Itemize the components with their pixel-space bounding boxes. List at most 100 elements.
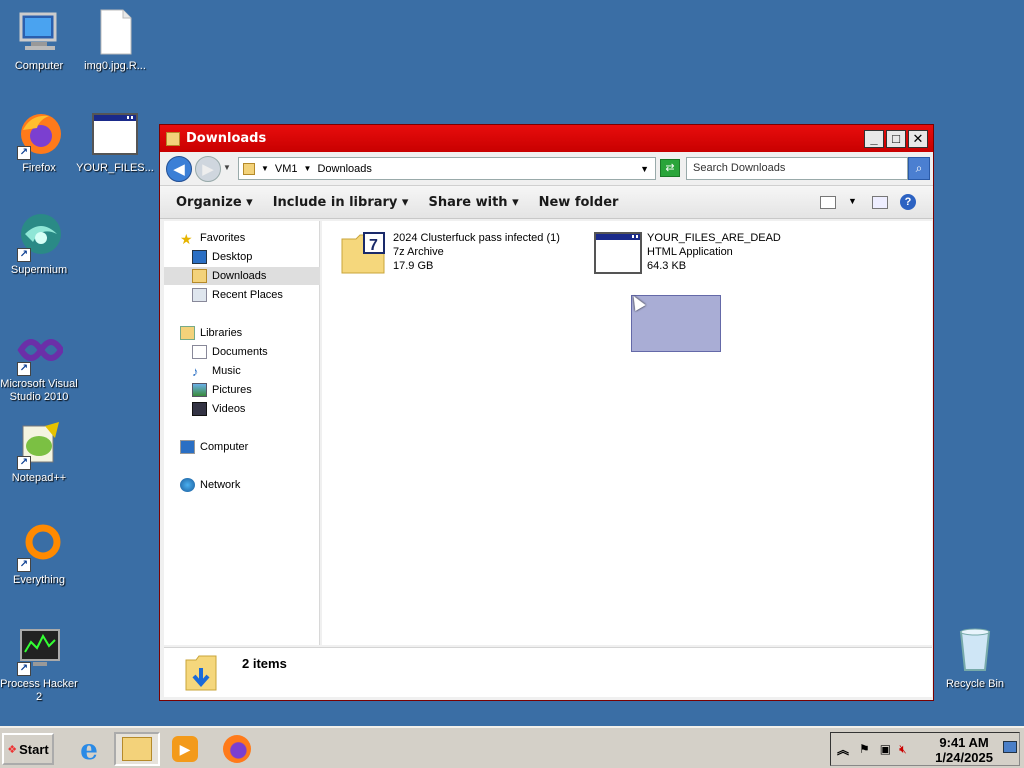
desktop-icon-firefox[interactable]: ↗ Firefox — [0, 110, 78, 175]
search-icon[interactable]: ⌕ — [908, 157, 930, 180]
recycle-bin-icon — [951, 626, 999, 674]
nav-favorites[interactable]: ★ Favorites — [180, 229, 336, 247]
file-item[interactable]: 7 2024 Clusterfuck pass infected (1) 7z … — [340, 231, 560, 275]
desktop-icon-label: Everything — [13, 574, 65, 586]
7z-archive-icon: 7 — [340, 231, 388, 275]
breadcrumb-vm1[interactable]: VM1 — [275, 163, 298, 175]
forward-button[interactable]: ▶ — [195, 156, 221, 182]
desktop-icon-everything[interactable]: ↗ Everything — [0, 522, 78, 587]
computer-icon — [180, 440, 195, 454]
nav-pictures[interactable]: Pictures — [164, 381, 320, 399]
shortcut-arrow-icon: ↗ — [17, 456, 31, 470]
firefox-taskbar-button[interactable] — [214, 732, 260, 766]
nav-network[interactable]: Network — [180, 476, 336, 494]
start-button[interactable]: ❖ Start — [2, 733, 54, 765]
windows-logo-icon: ❖ — [7, 743, 18, 756]
nav-computer[interactable]: Computer — [180, 438, 336, 456]
notepadpp-icon: ↗ — [15, 420, 63, 470]
internet-explorer-icon: e — [80, 732, 98, 766]
maximize-button[interactable]: □ — [886, 129, 906, 148]
shortcut-arrow-icon: ↗ — [17, 248, 31, 262]
breadcrumb-downloads[interactable]: Downloads — [317, 163, 371, 175]
desktop-icon-supermium[interactable]: ↗ Supermium — [0, 212, 78, 277]
organize-menu[interactable]: Organize ▾ — [176, 195, 253, 210]
pictures-icon — [192, 383, 207, 397]
clock-date: 1/24/2025 — [935, 750, 993, 765]
preview-pane-icon[interactable] — [872, 196, 888, 209]
close-button[interactable]: ✕ — [908, 129, 928, 148]
internet-explorer-taskbar-button[interactable]: e — [66, 732, 112, 766]
folder-icon — [122, 737, 152, 761]
desktop-icon-your-files[interactable]: YOUR_FILES... — [76, 110, 154, 175]
action-center-flag-icon[interactable]: ⚑ — [859, 742, 870, 756]
desktop-icon-computer[interactable]: Computer — [0, 8, 78, 73]
minimize-button[interactable]: _ — [864, 129, 884, 148]
window-title: Downloads — [186, 131, 267, 146]
hta-window-icon — [91, 110, 139, 158]
desktop-icon-img0[interactable]: img0.jpg.R... — [76, 8, 154, 73]
view-dropdown[interactable]: ▼ — [848, 196, 857, 206]
folder-icon — [166, 131, 180, 146]
desktop-icon-label: Microsoft Visual Studio 2010 — [0, 378, 78, 403]
title-bar[interactable]: Downloads _ □ ✕ — [160, 125, 933, 152]
supermium-icon: ↗ — [15, 212, 63, 262]
desktop-icon-label: Process Hacker 2 — [0, 678, 78, 703]
address-history-dropdown[interactable]: ▼ — [640, 164, 649, 174]
navigation-pane[interactable]: ★ Favorites Desktop Downloads Recent Pla… — [164, 221, 320, 645]
help-icon[interactable]: ? — [900, 194, 916, 210]
computer-icon — [15, 8, 63, 56]
show-desktop-icon[interactable] — [1003, 741, 1017, 753]
blank-file-icon — [91, 8, 139, 56]
desktop-icon-label: Computer — [14, 60, 64, 72]
nav-documents[interactable]: Documents — [164, 343, 320, 361]
folder-icon — [243, 162, 255, 175]
recent-pages-dropdown[interactable]: ▼ — [223, 163, 231, 172]
network-icon — [180, 478, 195, 492]
desktop-icon-process-hacker[interactable]: ↗ Process Hacker 2 — [0, 626, 78, 704]
firefox-icon: ↗ — [15, 110, 63, 160]
new-folder-button[interactable]: New folder — [539, 195, 619, 210]
details-pane: 2 items — [164, 647, 932, 697]
desktop-icon — [192, 250, 207, 264]
clock[interactable]: 9:41 AM 1/24/2025 — [935, 735, 993, 765]
explorer-taskbar-button[interactable] — [114, 732, 160, 766]
file-type: 7z Archive — [393, 246, 444, 258]
file-list[interactable]: 7 2024 Clusterfuck pass infected (1) 7z … — [322, 221, 932, 645]
nav-videos[interactable]: Videos — [164, 400, 320, 418]
breadcrumb-separator[interactable]: ▼ — [261, 164, 269, 173]
show-hidden-icons-chevron-icon[interactable]: ︽ — [837, 741, 849, 758]
taskbar: ❖ Start e ▶ ︽ ⚑ ▣ 🔇︎ 9:41 AM 1/24/2025 — [0, 726, 1024, 768]
volume-muted-icon[interactable]: 🔇︎ — [899, 742, 907, 757]
refresh-button[interactable]: ⇄ — [660, 159, 680, 177]
network-icon[interactable]: ▣ — [880, 742, 891, 756]
desktop-icon-label: YOUR_FILES... — [76, 162, 154, 174]
nav-desktop[interactable]: Desktop — [164, 248, 320, 266]
breadcrumb-separator[interactable]: ▼ — [304, 164, 312, 173]
file-item[interactable]: YOUR_FILES_ARE_DEAD HTML Application 64.… — [594, 231, 781, 275]
system-tray: ︽ ⚑ ▣ 🔇︎ 9:41 AM 1/24/2025 — [830, 732, 1020, 766]
include-in-library-menu[interactable]: Include in library ▾ — [273, 195, 409, 210]
downloads-folder-icon — [192, 269, 207, 283]
nav-downloads[interactable]: Downloads — [164, 267, 320, 285]
view-options-icon[interactable] — [820, 196, 836, 209]
nav-libraries[interactable]: Libraries — [180, 324, 336, 342]
desktop-icon-visual-studio[interactable]: ↗ Microsoft Visual Studio 2010 — [0, 326, 78, 404]
shortcut-arrow-icon: ↗ — [17, 362, 31, 376]
file-name: YOUR_FILES_ARE_DEAD — [647, 232, 781, 244]
address-bar[interactable]: ▼ VM1 ▼ Downloads ▼ — [238, 157, 656, 180]
item-count: 2 items — [242, 656, 287, 671]
everything-search-icon: ↗ — [15, 522, 63, 572]
downloads-folder-icon — [184, 654, 218, 692]
search-input[interactable]: Search Downloads — [686, 157, 908, 180]
desktop-icon-notepadpp[interactable]: ↗ Notepad++ — [0, 420, 78, 485]
shortcut-arrow-icon: ↗ — [17, 558, 31, 572]
share-with-menu[interactable]: Share with ▾ — [428, 195, 518, 210]
hta-window-icon — [594, 231, 642, 275]
explorer-window[interactable]: Downloads _ □ ✕ ◀ ▶ ▼ ▼ VM1 ▼ Downloads … — [159, 124, 934, 701]
back-button[interactable]: ◀ — [166, 156, 192, 182]
nav-recent-places[interactable]: Recent Places — [164, 286, 320, 304]
nav-music[interactable]: ♪ Music — [164, 362, 320, 380]
desktop-icon-recycle-bin[interactable]: Recycle Bin — [936, 626, 1014, 691]
firefox-icon — [223, 735, 251, 763]
media-player-taskbar-button[interactable]: ▶ — [162, 732, 208, 766]
